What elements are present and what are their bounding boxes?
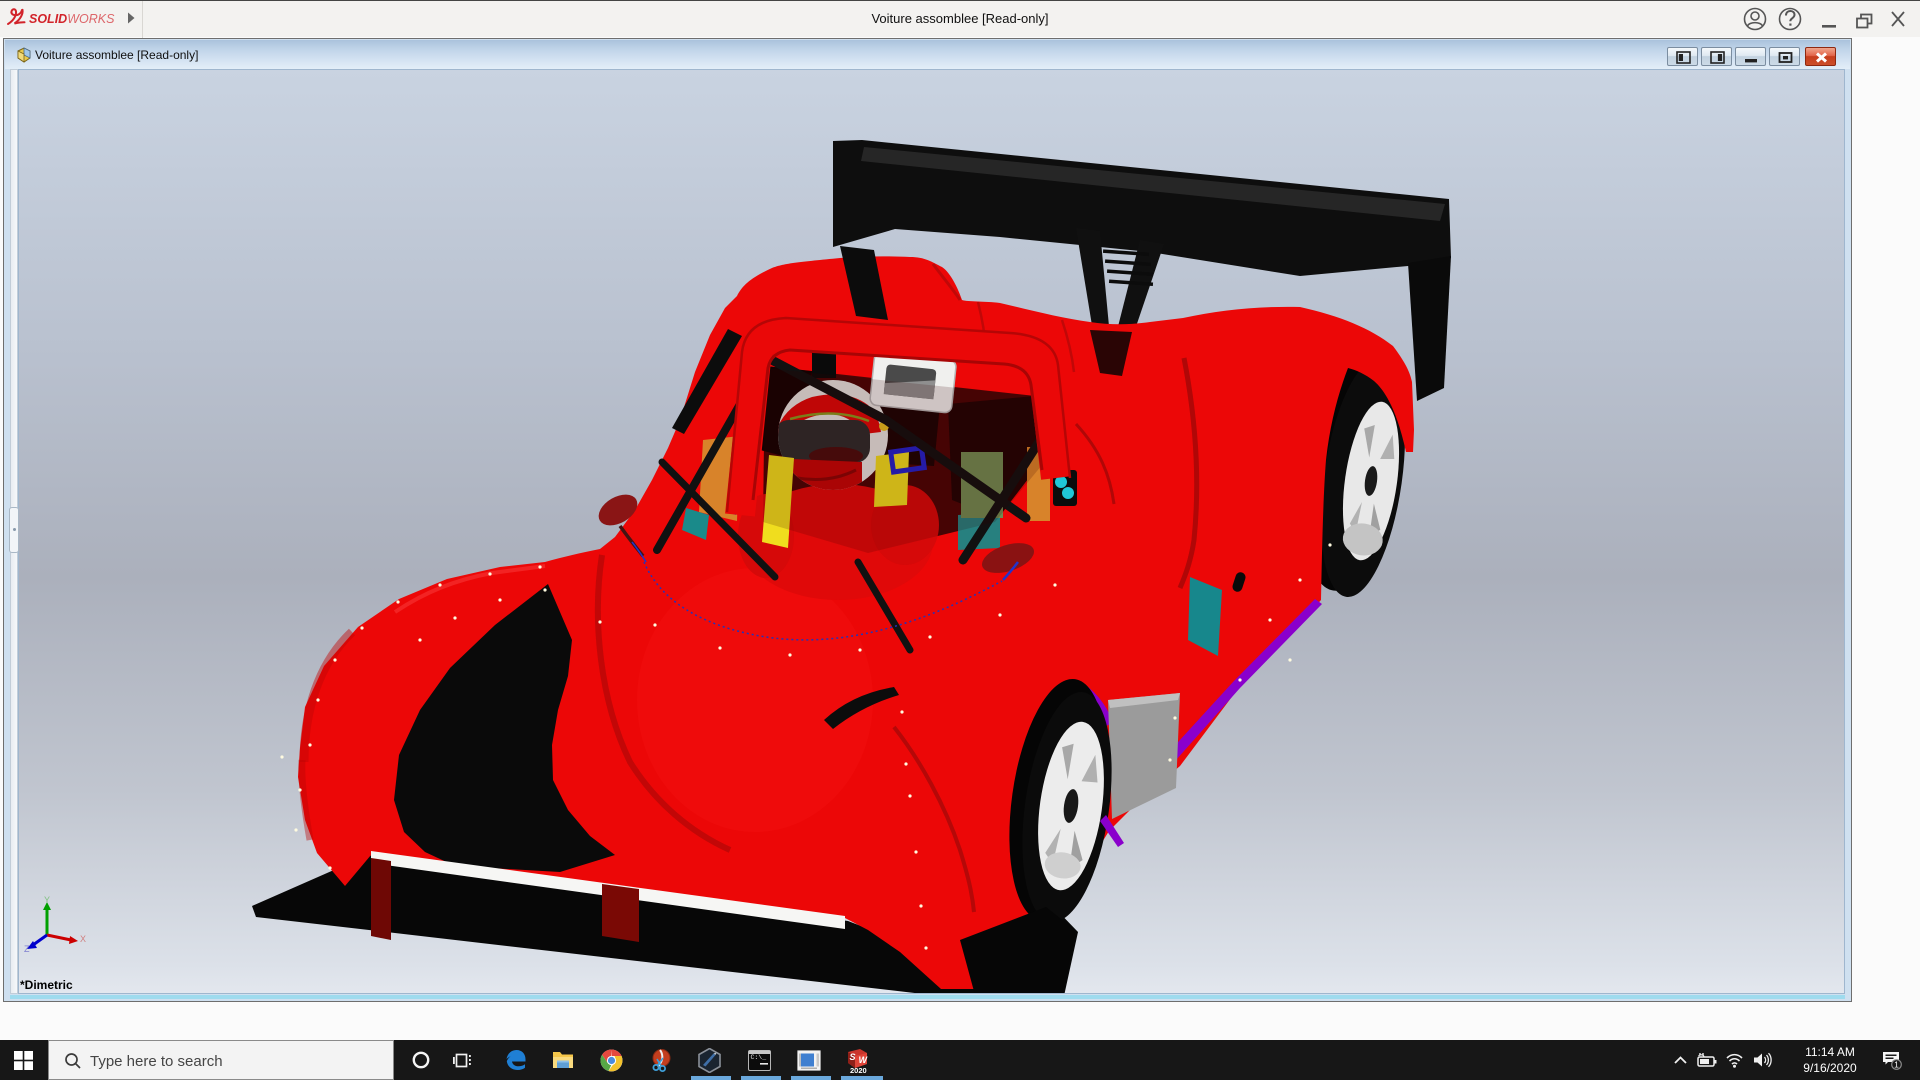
svg-text:*Dimetric: *Dimetric bbox=[20, 978, 73, 992]
svg-text:X: X bbox=[80, 934, 86, 944]
svg-text:C:\_: C:\_ bbox=[751, 1054, 767, 1061]
svg-text:Z: Z bbox=[24, 944, 30, 954]
svg-text:1: 1 bbox=[1894, 1060, 1899, 1070]
svg-text:S: S bbox=[850, 1052, 856, 1062]
svg-text:Y: Y bbox=[44, 895, 50, 905]
svg-text:2020: 2020 bbox=[850, 1066, 867, 1074]
